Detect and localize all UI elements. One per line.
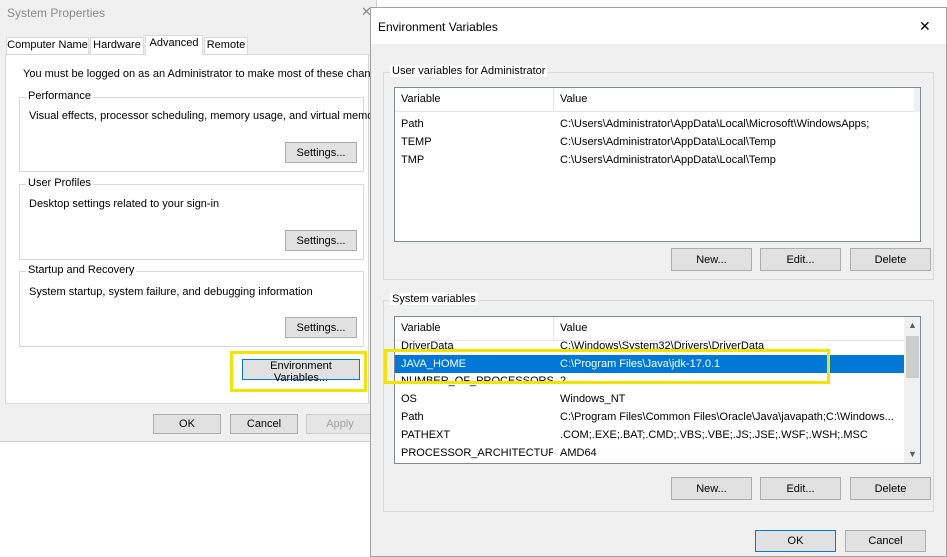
system-row-value: C:\Windows\System32\Drivers\DriverData [560,341,765,352]
user-row-variable: Path [401,118,424,130]
startup-recovery-settings-button[interactable]: Settings... [285,317,357,338]
system-rows: DriverData C:\Windows\System32\Drivers\D… [395,341,904,463]
user-profiles-description: Desktop settings related to your sign-in [29,198,220,210]
user-row-variable: TEMP [401,136,432,148]
environment-variables-dialog: Environment Variables ✕ User variables f… [370,7,947,557]
user-variables-group: User variables for Administrator Variabl… [383,65,934,280]
system-col-variable[interactable]: Variable [395,317,553,340]
system-variables-title: System variables [390,293,478,305]
table-row-selected[interactable]: JAVA_HOME C:\Program Files\Java\jdk-17.0… [395,355,904,373]
env-title-bar: Environment Variables ✕ [371,8,946,44]
system-row-variable: DriverData [401,341,454,352]
system-row-variable: OS [401,393,417,405]
startup-recovery-group: Startup and Recovery System startup, sys… [19,264,364,347]
system-properties-title: System Properties [7,6,106,20]
startup-recovery-description: System startup, system failure, and debu… [29,286,313,298]
system-row-value: 2 [560,375,567,387]
table-row[interactable]: Path C:\Users\Administrator\AppData\Loca… [395,115,914,133]
system-new-button[interactable]: New... [671,477,752,500]
env-cancel-button[interactable]: Cancel [845,530,926,552]
table-row[interactable]: PROCESSOR_ARCHITECTURE AMD64 [395,444,904,462]
tab-remote[interactable]: Remote [204,37,248,54]
system-col-value[interactable]: Value [554,317,904,340]
table-row[interactable]: DriverData C:\Windows\System32\Drivers\D… [395,341,904,355]
scroll-down-icon[interactable]: ▼ [904,446,920,463]
performance-group: Performance Visual effects, processor sc… [19,90,383,172]
system-variables-group: System variables Variable Value DriverDa… [383,293,934,512]
user-edit-button[interactable]: Edit... [760,248,841,271]
system-row-variable: PATHEXT [401,429,451,441]
user-row-value: C:\Users\Administrator\AppData\Local\Mic… [560,118,870,130]
table-row[interactable]: Path C:\Program Files\Common Files\Oracl… [395,408,904,426]
table-row[interactable]: TMP C:\Users\Administrator\AppData\Local… [395,151,914,169]
system-properties-window: System Properties ✕ Computer Name Hardwa… [0,0,391,442]
performance-title: Performance [26,90,93,102]
sysprops-apply-button[interactable]: Apply [306,414,374,434]
sysprops-ok-button[interactable]: OK [153,414,221,434]
system-delete-button[interactable]: Delete [850,477,931,500]
tab-computer-name[interactable]: Computer Name [6,37,89,54]
user-variables-title: User variables for Administrator [390,65,548,77]
table-row[interactable]: TEMP C:\Users\Administrator\AppData\Loca… [395,133,914,151]
user-row-value: C:\Users\Administrator\AppData\Local\Tem… [560,136,776,148]
user-profiles-group: User Profiles Desktop settings related t… [19,177,364,260]
system-variables-list[interactable]: Variable Value DriverData C:\Windows\Sys… [394,316,921,464]
performance-settings-button[interactable]: Settings... [285,142,357,163]
user-row-value: C:\Users\Administrator\AppData\Local\Tem… [560,154,776,166]
system-list-header: Variable Value [395,317,904,341]
startup-recovery-title: Startup and Recovery [26,264,137,276]
tab-hardware[interactable]: Hardware [90,37,144,54]
system-edit-button[interactable]: Edit... [760,477,841,500]
system-row-value: AMD64 [560,447,597,459]
advanced-tab-page: You must be logged on as an Administrato… [5,54,391,404]
env-ok-button[interactable]: OK [755,530,836,552]
tab-advanced[interactable]: Advanced [145,35,203,55]
user-delete-button[interactable]: Delete [850,248,931,271]
env-close-icon[interactable]: ✕ [919,18,931,35]
table-row[interactable]: PATHEXT .COM;.EXE;.BAT;.CMD;.VBS;.VBE;.J… [395,426,904,444]
user-new-button[interactable]: New... [671,248,752,271]
table-row[interactable]: NUMBER_OF_PROCESSORS 2 [395,372,904,390]
user-list-scroll-gutter [914,88,920,112]
user-profiles-title: User Profiles [26,177,93,189]
system-row-value: Windows_NT [560,393,626,405]
user-col-value[interactable]: Value [554,88,914,111]
sysprops-cancel-button[interactable]: Cancel [230,414,298,434]
scroll-thumb[interactable] [906,336,919,378]
user-row-variable: TMP [401,154,425,166]
table-row[interactable]: OS Windows_NT [395,390,904,408]
admin-note: You must be logged on as an Administrato… [23,68,392,80]
performance-description: Visual effects, processor scheduling, me… [29,110,383,122]
environment-variables-button[interactable]: Environment Variables... [242,359,360,384]
system-row-variable: PROCESSOR_ARCHITECTURE [401,447,553,459]
system-row-value: .COM;.EXE;.BAT;.CMD;.VBS;.VBE;.JS;.JSE;.… [560,429,868,441]
system-row-variable: Path [401,411,424,423]
system-row-variable: JAVA_HOME [401,358,466,370]
user-col-variable[interactable]: Variable [395,88,553,111]
system-row-value: C:\Program Files\Common Files\Oracle\Jav… [560,411,894,423]
user-variables-list[interactable]: Variable Value Path C:\Users\Administrat… [394,87,921,242]
env-dialog-title: Environment Variables [378,20,498,34]
user-list-header: Variable Value [395,88,914,112]
system-row-value: C:\Program Files\Java\jdk-17.0.1 [560,358,721,370]
system-list-scrollbar[interactable]: ▲ ▼ [904,317,920,463]
user-profiles-settings-button[interactable]: Settings... [285,230,357,251]
scroll-up-icon[interactable]: ▲ [904,317,920,334]
system-row-variable: NUMBER_OF_PROCESSORS [401,375,553,387]
